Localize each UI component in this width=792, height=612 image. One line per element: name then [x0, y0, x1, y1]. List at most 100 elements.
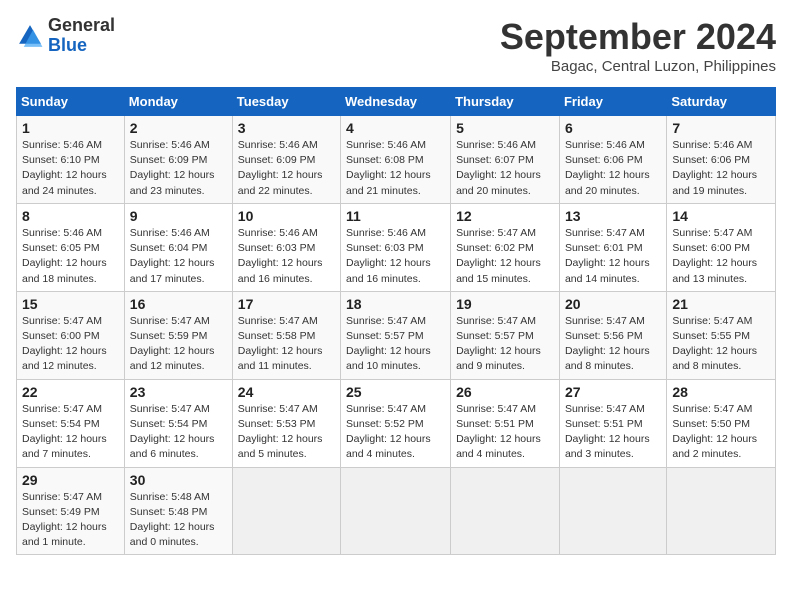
day-info: Sunrise: 5:46 AMSunset: 6:03 PMDaylight:…	[238, 227, 323, 285]
day-info: Sunrise: 5:47 AMSunset: 5:54 PMDaylight:…	[130, 403, 215, 461]
table-row: 24 Sunrise: 5:47 AMSunset: 5:53 PMDaylig…	[232, 379, 340, 467]
table-row	[341, 467, 451, 555]
day-info: Sunrise: 5:46 AMSunset: 6:09 PMDaylight:…	[238, 139, 323, 197]
day-number: 4	[346, 120, 445, 136]
calendar-header: Sunday Monday Tuesday Wednesday Thursday…	[17, 88, 776, 116]
day-number: 30	[130, 472, 227, 488]
day-number: 3	[238, 120, 335, 136]
day-number: 12	[456, 208, 554, 224]
table-row: 19 Sunrise: 5:47 AMSunset: 5:57 PMDaylig…	[451, 291, 560, 379]
calendar-row: 29 Sunrise: 5:47 AMSunset: 5:49 PMDaylig…	[17, 467, 776, 555]
title-area: September 2024 Bagac, Central Luzon, Phi…	[500, 16, 776, 75]
logo-general: General	[48, 15, 115, 35]
table-row: 13 Sunrise: 5:47 AMSunset: 6:01 PMDaylig…	[559, 203, 666, 291]
table-row: 22 Sunrise: 5:47 AMSunset: 5:54 PMDaylig…	[17, 379, 125, 467]
day-info: Sunrise: 5:46 AMSunset: 6:08 PMDaylight:…	[346, 139, 431, 197]
day-info: Sunrise: 5:47 AMSunset: 6:02 PMDaylight:…	[456, 227, 541, 285]
header-thursday: Thursday	[451, 88, 560, 116]
day-number: 27	[565, 384, 661, 400]
table-row: 5 Sunrise: 5:46 AMSunset: 6:07 PMDayligh…	[451, 116, 560, 204]
table-row: 14 Sunrise: 5:47 AMSunset: 6:00 PMDaylig…	[667, 203, 776, 291]
day-number: 17	[238, 296, 335, 312]
header-tuesday: Tuesday	[232, 88, 340, 116]
table-row: 20 Sunrise: 5:47 AMSunset: 5:56 PMDaylig…	[559, 291, 666, 379]
header-sunday: Sunday	[17, 88, 125, 116]
day-info: Sunrise: 5:46 AMSunset: 6:06 PMDaylight:…	[672, 139, 757, 197]
header-saturday: Saturday	[667, 88, 776, 116]
table-row: 8 Sunrise: 5:46 AMSunset: 6:05 PMDayligh…	[17, 203, 125, 291]
day-info: Sunrise: 5:47 AMSunset: 5:51 PMDaylight:…	[456, 403, 541, 461]
day-number: 20	[565, 296, 661, 312]
day-info: Sunrise: 5:47 AMSunset: 5:55 PMDaylight:…	[672, 315, 757, 373]
table-row: 6 Sunrise: 5:46 AMSunset: 6:06 PMDayligh…	[559, 116, 666, 204]
calendar-row: 1 Sunrise: 5:46 AMSunset: 6:10 PMDayligh…	[17, 116, 776, 204]
day-number: 22	[22, 384, 119, 400]
table-row: 30 Sunrise: 5:48 AMSunset: 5:48 PMDaylig…	[124, 467, 232, 555]
day-number: 8	[22, 208, 119, 224]
table-row: 23 Sunrise: 5:47 AMSunset: 5:54 PMDaylig…	[124, 379, 232, 467]
table-row: 26 Sunrise: 5:47 AMSunset: 5:51 PMDaylig…	[451, 379, 560, 467]
table-row: 2 Sunrise: 5:46 AMSunset: 6:09 PMDayligh…	[124, 116, 232, 204]
day-number: 14	[672, 208, 770, 224]
day-number: 10	[238, 208, 335, 224]
day-number: 18	[346, 296, 445, 312]
header-wednesday: Wednesday	[341, 88, 451, 116]
day-info: Sunrise: 5:47 AMSunset: 6:01 PMDaylight:…	[565, 227, 650, 285]
table-row: 18 Sunrise: 5:47 AMSunset: 5:57 PMDaylig…	[341, 291, 451, 379]
logo: General Blue	[16, 16, 115, 56]
day-info: Sunrise: 5:47 AMSunset: 6:00 PMDaylight:…	[672, 227, 757, 285]
table-row	[451, 467, 560, 555]
day-info: Sunrise: 5:47 AMSunset: 5:53 PMDaylight:…	[238, 403, 323, 461]
day-info: Sunrise: 5:47 AMSunset: 5:58 PMDaylight:…	[238, 315, 323, 373]
day-info: Sunrise: 5:47 AMSunset: 5:56 PMDaylight:…	[565, 315, 650, 373]
header-row: Sunday Monday Tuesday Wednesday Thursday…	[17, 88, 776, 116]
day-info: Sunrise: 5:47 AMSunset: 5:57 PMDaylight:…	[346, 315, 431, 373]
day-info: Sunrise: 5:46 AMSunset: 6:04 PMDaylight:…	[130, 227, 215, 285]
day-info: Sunrise: 5:46 AMSunset: 6:09 PMDaylight:…	[130, 139, 215, 197]
day-number: 16	[130, 296, 227, 312]
table-row: 15 Sunrise: 5:47 AMSunset: 6:00 PMDaylig…	[17, 291, 125, 379]
day-info: Sunrise: 5:47 AMSunset: 5:57 PMDaylight:…	[456, 315, 541, 373]
day-number: 23	[130, 384, 227, 400]
day-number: 15	[22, 296, 119, 312]
table-row: 1 Sunrise: 5:46 AMSunset: 6:10 PMDayligh…	[17, 116, 125, 204]
logo-text: General Blue	[48, 16, 115, 56]
day-info: Sunrise: 5:46 AMSunset: 6:05 PMDaylight:…	[22, 227, 107, 285]
table-row: 29 Sunrise: 5:47 AMSunset: 5:49 PMDaylig…	[17, 467, 125, 555]
header-friday: Friday	[559, 88, 666, 116]
calendar-row: 15 Sunrise: 5:47 AMSunset: 6:00 PMDaylig…	[17, 291, 776, 379]
day-number: 24	[238, 384, 335, 400]
table-row: 7 Sunrise: 5:46 AMSunset: 6:06 PMDayligh…	[667, 116, 776, 204]
day-number: 28	[672, 384, 770, 400]
day-info: Sunrise: 5:47 AMSunset: 5:59 PMDaylight:…	[130, 315, 215, 373]
table-row: 4 Sunrise: 5:46 AMSunset: 6:08 PMDayligh…	[341, 116, 451, 204]
day-info: Sunrise: 5:47 AMSunset: 5:54 PMDaylight:…	[22, 403, 107, 461]
day-info: Sunrise: 5:46 AMSunset: 6:07 PMDaylight:…	[456, 139, 541, 197]
table-row: 3 Sunrise: 5:46 AMSunset: 6:09 PMDayligh…	[232, 116, 340, 204]
header-monday: Monday	[124, 88, 232, 116]
day-number: 26	[456, 384, 554, 400]
table-row: 9 Sunrise: 5:46 AMSunset: 6:04 PMDayligh…	[124, 203, 232, 291]
table-row	[232, 467, 340, 555]
calendar-body: 1 Sunrise: 5:46 AMSunset: 6:10 PMDayligh…	[17, 116, 776, 555]
day-number: 19	[456, 296, 554, 312]
location-title: Bagac, Central Luzon, Philippines	[500, 58, 776, 75]
day-number: 1	[22, 120, 119, 136]
day-number: 21	[672, 296, 770, 312]
day-info: Sunrise: 5:47 AMSunset: 6:00 PMDaylight:…	[22, 315, 107, 373]
day-info: Sunrise: 5:48 AMSunset: 5:48 PMDaylight:…	[130, 491, 215, 549]
day-info: Sunrise: 5:46 AMSunset: 6:06 PMDaylight:…	[565, 139, 650, 197]
table-row	[667, 467, 776, 555]
table-row: 21 Sunrise: 5:47 AMSunset: 5:55 PMDaylig…	[667, 291, 776, 379]
table-row: 11 Sunrise: 5:46 AMSunset: 6:03 PMDaylig…	[341, 203, 451, 291]
day-number: 25	[346, 384, 445, 400]
calendar-row: 22 Sunrise: 5:47 AMSunset: 5:54 PMDaylig…	[17, 379, 776, 467]
day-number: 29	[22, 472, 119, 488]
calendar-row: 8 Sunrise: 5:46 AMSunset: 6:05 PMDayligh…	[17, 203, 776, 291]
day-info: Sunrise: 5:47 AMSunset: 5:51 PMDaylight:…	[565, 403, 650, 461]
page-header: General Blue September 2024 Bagac, Centr…	[16, 16, 776, 75]
table-row: 12 Sunrise: 5:47 AMSunset: 6:02 PMDaylig…	[451, 203, 560, 291]
day-info: Sunrise: 5:47 AMSunset: 5:52 PMDaylight:…	[346, 403, 431, 461]
day-number: 9	[130, 208, 227, 224]
table-row	[559, 467, 666, 555]
